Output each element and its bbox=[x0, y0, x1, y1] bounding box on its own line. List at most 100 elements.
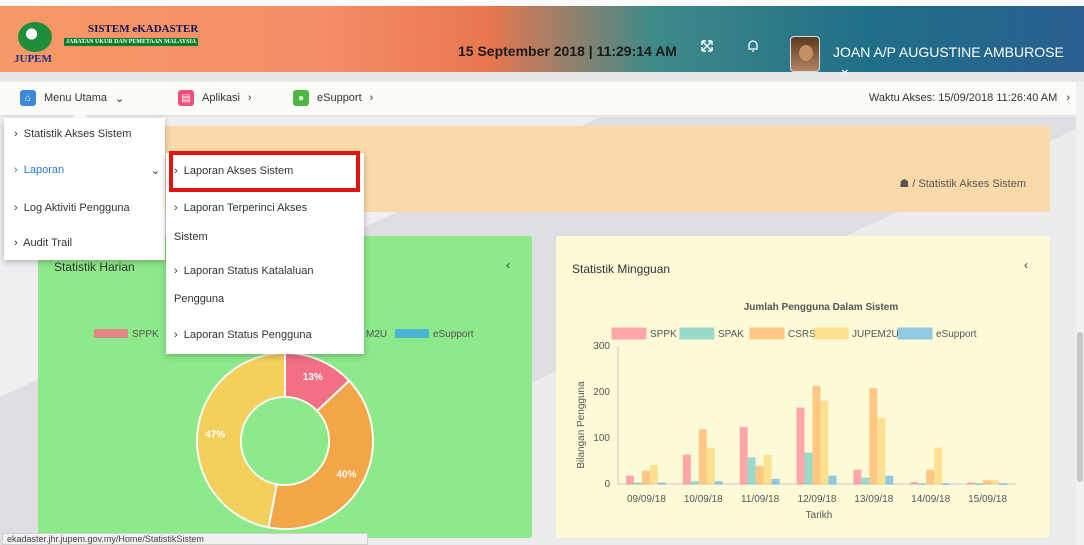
bar bbox=[796, 407, 805, 485]
legend-label: eSupport bbox=[936, 329, 977, 340]
bar bbox=[853, 469, 862, 485]
bar bbox=[861, 477, 870, 485]
nav-aplikasi[interactable]: ▤ Aplikasi › bbox=[178, 90, 252, 106]
donut-data-label: 40% bbox=[336, 470, 356, 481]
menu-item-statistik[interactable]: › Statistik Akses Sistem bbox=[14, 128, 131, 140]
support-icon: ● bbox=[293, 90, 309, 106]
bar bbox=[975, 483, 984, 485]
bar bbox=[942, 483, 951, 485]
y-tick-label: 0 bbox=[604, 479, 610, 490]
nav-bar: ⌂ Menu Utama ⌄ ▤ Aplikasi › ● eSupport ›… bbox=[0, 82, 1084, 116]
status-bar-url: ekadaster.jhr.jupem.gov.my/Home/Statisti… bbox=[2, 533, 368, 545]
legend-label: SPPK bbox=[650, 329, 677, 340]
submenu-label: Laporan Status Katalaluan bbox=[183, 265, 314, 277]
bar bbox=[869, 388, 878, 485]
legend-swatch bbox=[94, 329, 128, 338]
x-tick-label: 13/09/18 bbox=[854, 494, 893, 505]
y-tick-label: 200 bbox=[593, 387, 610, 398]
bar bbox=[910, 482, 919, 485]
jupem-logo[interactable]: JUPEM SISTEM eKADASTER JABATAN UKUR DAN … bbox=[12, 18, 212, 68]
legend-swatch bbox=[749, 327, 785, 340]
submenu-laporan-terperinci-line2[interactable]: Sistem bbox=[174, 231, 208, 243]
breadcrumb-current: Statistik Akses Sistem bbox=[918, 178, 1026, 190]
app-header: JUPEM SISTEM eKADASTER JABATAN UKUR DAN … bbox=[0, 0, 1084, 76]
submenu-label: Laporan Status Pengguna bbox=[183, 329, 312, 341]
bar bbox=[755, 466, 764, 485]
bar bbox=[877, 417, 886, 485]
home-icon: ⌂ bbox=[20, 90, 36, 106]
bar bbox=[926, 469, 935, 485]
legend-swatch bbox=[611, 327, 647, 340]
avatar[interactable] bbox=[790, 36, 820, 72]
legend-label: JUPEM2U bbox=[852, 329, 899, 340]
submenu-laporan-status[interactable]: › Laporan Status Pengguna bbox=[174, 329, 312, 341]
logo-subtitle: JABATAN UKUR DAN PEMETAAN MALAYSIA bbox=[64, 38, 199, 46]
legend-label: SPPK bbox=[132, 329, 159, 340]
home-icon[interactable]: ☗ bbox=[899, 178, 909, 190]
bar bbox=[804, 452, 813, 485]
legend-label: eSupport bbox=[433, 329, 474, 340]
x-tick-label: 09/09/18 bbox=[627, 494, 666, 505]
chart-title: Jumlah Pengguna Dalam Sistem bbox=[744, 302, 899, 313]
waktu-akses[interactable]: Waktu Akses: 15/09/2018 11:26:40 AM › bbox=[869, 92, 1070, 104]
breadcrumb: ☗ / Statistik Akses Sistem bbox=[899, 178, 1026, 190]
bar bbox=[657, 482, 666, 485]
jupem-emblem-icon bbox=[18, 22, 52, 52]
donut-data-label: 13% bbox=[303, 372, 323, 383]
legend-label: CSRS bbox=[788, 329, 816, 340]
menu-item-label: Log Aktiviti Pengguna bbox=[23, 202, 130, 214]
username-label: JOAN A/P AUGUSTINE AMBUROSE bbox=[833, 44, 1064, 60]
menu-item-log-aktiviti[interactable]: › Log Aktiviti Pengguna bbox=[14, 202, 130, 214]
bar bbox=[739, 426, 748, 485]
y-tick-label: 300 bbox=[593, 341, 610, 352]
bar bbox=[714, 481, 723, 485]
bar bbox=[641, 470, 650, 485]
nav-esupport-label: eSupport bbox=[317, 92, 362, 104]
submenu-laporan-terperinci[interactable]: › Laporan Terperinci Akses bbox=[174, 202, 307, 214]
scrollbar[interactable] bbox=[1076, 82, 1084, 545]
user-menu[interactable]: JOAN A/P AUGUSTINE AMBUROSE ⌄ bbox=[833, 44, 1084, 77]
nav-menu-utama[interactable]: ⌂ Menu Utama ⌄ bbox=[20, 90, 124, 106]
bar bbox=[771, 478, 780, 485]
bar bbox=[991, 480, 1000, 485]
submenu-laporan-katalaluan-line2[interactable]: Pengguna bbox=[174, 293, 224, 305]
current-datetime: 15 September 2018 | 11:29:14 AM bbox=[458, 43, 677, 59]
menu-item-laporan[interactable]: › Laporan ⌄ bbox=[14, 164, 160, 177]
legend-swatch bbox=[813, 327, 849, 340]
bar bbox=[633, 482, 642, 485]
menu-item-label: Statistik Akses Sistem bbox=[23, 128, 132, 140]
bar bbox=[885, 475, 894, 485]
bar-chart: Jumlah Pengguna Dalam Sistem SPPK SPAK CSRS… bbox=[576, 302, 1016, 521]
scrollbar-thumb[interactable] bbox=[1077, 332, 1083, 482]
bar bbox=[983, 480, 992, 485]
waktu-akses-label: Waktu Akses: 15/09/2018 11:26:40 AM bbox=[868, 92, 1058, 104]
bar bbox=[698, 429, 707, 485]
menu-utama-dropdown: › Statistik Akses Sistem › Laporan ⌄ › L… bbox=[4, 118, 165, 260]
bar bbox=[967, 482, 976, 485]
bar bbox=[649, 465, 658, 485]
highlight-annotation bbox=[169, 151, 360, 192]
bar bbox=[747, 457, 756, 485]
nav-aplikasi-label: Aplikasi bbox=[202, 92, 240, 104]
x-tick-label: 10/09/18 bbox=[684, 494, 723, 505]
chevron-right-icon: › bbox=[369, 92, 374, 104]
dropdown-caret bbox=[72, 110, 88, 118]
x-axis-label: Tarikh bbox=[806, 510, 833, 521]
nav-esupport[interactable]: ● eSupport › bbox=[293, 90, 373, 106]
menu-item-audit-trail[interactable]: › Audit Trail bbox=[14, 237, 72, 249]
window-icon: ▤ bbox=[178, 90, 194, 106]
bell-icon[interactable] bbox=[746, 39, 760, 56]
bar bbox=[682, 454, 691, 485]
legend-label: M2U bbox=[366, 329, 387, 340]
x-tick-label: 11/09/18 bbox=[741, 494, 780, 505]
y-axis-label: Bilangan Pengguna bbox=[576, 381, 587, 469]
bar bbox=[690, 481, 699, 485]
bar bbox=[812, 385, 821, 485]
fullscreen-icon[interactable] bbox=[700, 39, 714, 56]
submenu-laporan-katalaluan[interactable]: › Laporan Status Katalaluan bbox=[174, 265, 313, 277]
logo-brand: JUPEM bbox=[14, 53, 52, 65]
legend-swatch bbox=[897, 327, 933, 340]
bar bbox=[918, 483, 927, 485]
panel-statistik-mingguan: Statistik Mingguan ‹ Jumlah Pengguna Dal… bbox=[556, 236, 1050, 538]
bar bbox=[625, 475, 634, 485]
